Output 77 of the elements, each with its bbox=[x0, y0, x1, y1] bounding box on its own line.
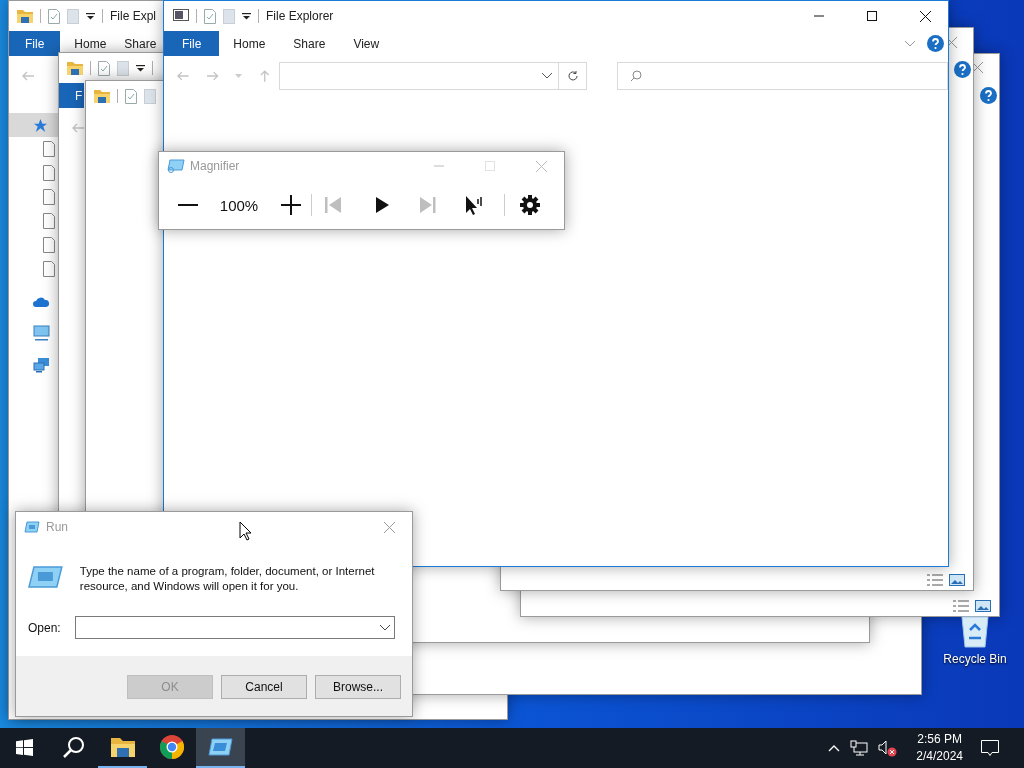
help-icon[interactable] bbox=[954, 60, 971, 78]
checked-document-icon[interactable] bbox=[48, 8, 60, 24]
close-icon bbox=[919, 10, 931, 22]
ribbon-tab[interactable]: Share bbox=[110, 31, 161, 56]
checked-document-icon[interactable] bbox=[125, 88, 137, 104]
refresh-button[interactable] bbox=[559, 62, 588, 90]
desktop-icon-label[interactable]: Recycle Bin bbox=[943, 652, 1007, 666]
open-label: Open: bbox=[28, 620, 61, 635]
window-title: Run bbox=[46, 520, 68, 534]
close-icon bbox=[535, 160, 547, 172]
taskbar-button[interactable] bbox=[196, 728, 245, 768]
document-icon bbox=[43, 165, 55, 181]
ribbon-tab[interactable]: View bbox=[339, 31, 394, 56]
network-icon bbox=[33, 357, 50, 373]
close-icon[interactable] bbox=[972, 61, 983, 73]
help-icon[interactable] bbox=[980, 86, 997, 104]
document-icon bbox=[43, 261, 55, 277]
ribbon-tab[interactable]: Home bbox=[219, 31, 280, 56]
dropdown-caret-icon[interactable] bbox=[136, 64, 145, 72]
notification-icon[interactable] bbox=[981, 739, 999, 757]
file-menu-tab[interactable]: F bbox=[59, 83, 85, 108]
folder-icon bbox=[110, 737, 135, 757]
window-title: File Expl bbox=[110, 9, 156, 23]
windows-logo-icon bbox=[16, 738, 33, 756]
checked-document-icon[interactable] bbox=[98, 60, 110, 76]
large-icons-view-icon[interactable] bbox=[975, 600, 991, 612]
ribbon-tab[interactable]: Home bbox=[60, 31, 111, 56]
search-icon bbox=[630, 70, 643, 82]
search-field[interactable] bbox=[617, 62, 948, 90]
run-icon bbox=[24, 521, 40, 533]
file-menu-tab[interactable]: File bbox=[164, 31, 220, 56]
dialog-button[interactable]: Browse... bbox=[315, 675, 401, 699]
back-arrow-icon[interactable] bbox=[71, 121, 85, 135]
run-icon bbox=[28, 564, 64, 590]
browser-icon bbox=[159, 735, 184, 759]
chevron-down-icon[interactable] bbox=[542, 73, 553, 79]
clock-date[interactable]: 2/4/2024 bbox=[916, 748, 963, 765]
star-icon bbox=[33, 117, 48, 133]
dialog-button[interactable]: Cancel bbox=[221, 675, 307, 699]
clock-time[interactable]: 2:56 PM bbox=[917, 731, 962, 748]
chevron-down-icon bbox=[379, 624, 390, 631]
folder-icon bbox=[67, 61, 83, 75]
document-icon bbox=[43, 237, 55, 253]
help-icon[interactable] bbox=[927, 35, 944, 52]
window-title: File Explorer bbox=[266, 9, 334, 23]
network-icon[interactable] bbox=[850, 740, 869, 756]
checked-document-icon[interactable] bbox=[204, 8, 216, 24]
volume-muted-icon[interactable] bbox=[878, 739, 899, 757]
window-title: Magnifier bbox=[190, 159, 240, 173]
folder-icon bbox=[94, 89, 110, 103]
search-icon bbox=[62, 736, 85, 758]
document-icon bbox=[43, 141, 55, 157]
file-menu-tab[interactable]: File bbox=[9, 31, 61, 56]
zoom-level: 100% bbox=[219, 196, 259, 214]
folder-icon bbox=[17, 9, 33, 23]
large-icons-view-icon[interactable] bbox=[949, 574, 965, 586]
document-icon bbox=[43, 213, 55, 229]
open-combobox[interactable] bbox=[74, 616, 395, 639]
dropdown-caret-icon[interactable] bbox=[242, 12, 251, 20]
details-view-icon[interactable] bbox=[953, 600, 969, 612]
window-icon bbox=[173, 9, 189, 23]
document-icon bbox=[43, 189, 55, 205]
magnifier-app-icon bbox=[167, 159, 185, 173]
navigation-item[interactable] bbox=[9, 113, 59, 137]
recycle-bin-icon[interactable] bbox=[958, 614, 992, 648]
monitor-icon bbox=[33, 325, 50, 341]
instruction-text: Type the name of a program, folder, document, or Internet resource, and Windows will open it for you. bbox=[79, 564, 376, 594]
dropdown-caret-icon[interactable] bbox=[86, 12, 95, 20]
cloud-icon bbox=[33, 295, 50, 307]
maximize-icon bbox=[867, 11, 877, 21]
ribbon-tab[interactable]: Share bbox=[279, 31, 340, 56]
close-icon bbox=[383, 521, 395, 533]
magnifier-app-icon bbox=[207, 737, 234, 757]
page-icon[interactable] bbox=[117, 60, 129, 76]
details-view-icon[interactable] bbox=[927, 574, 943, 586]
chevron-up-icon[interactable] bbox=[828, 744, 841, 752]
refresh-icon bbox=[566, 70, 579, 82]
